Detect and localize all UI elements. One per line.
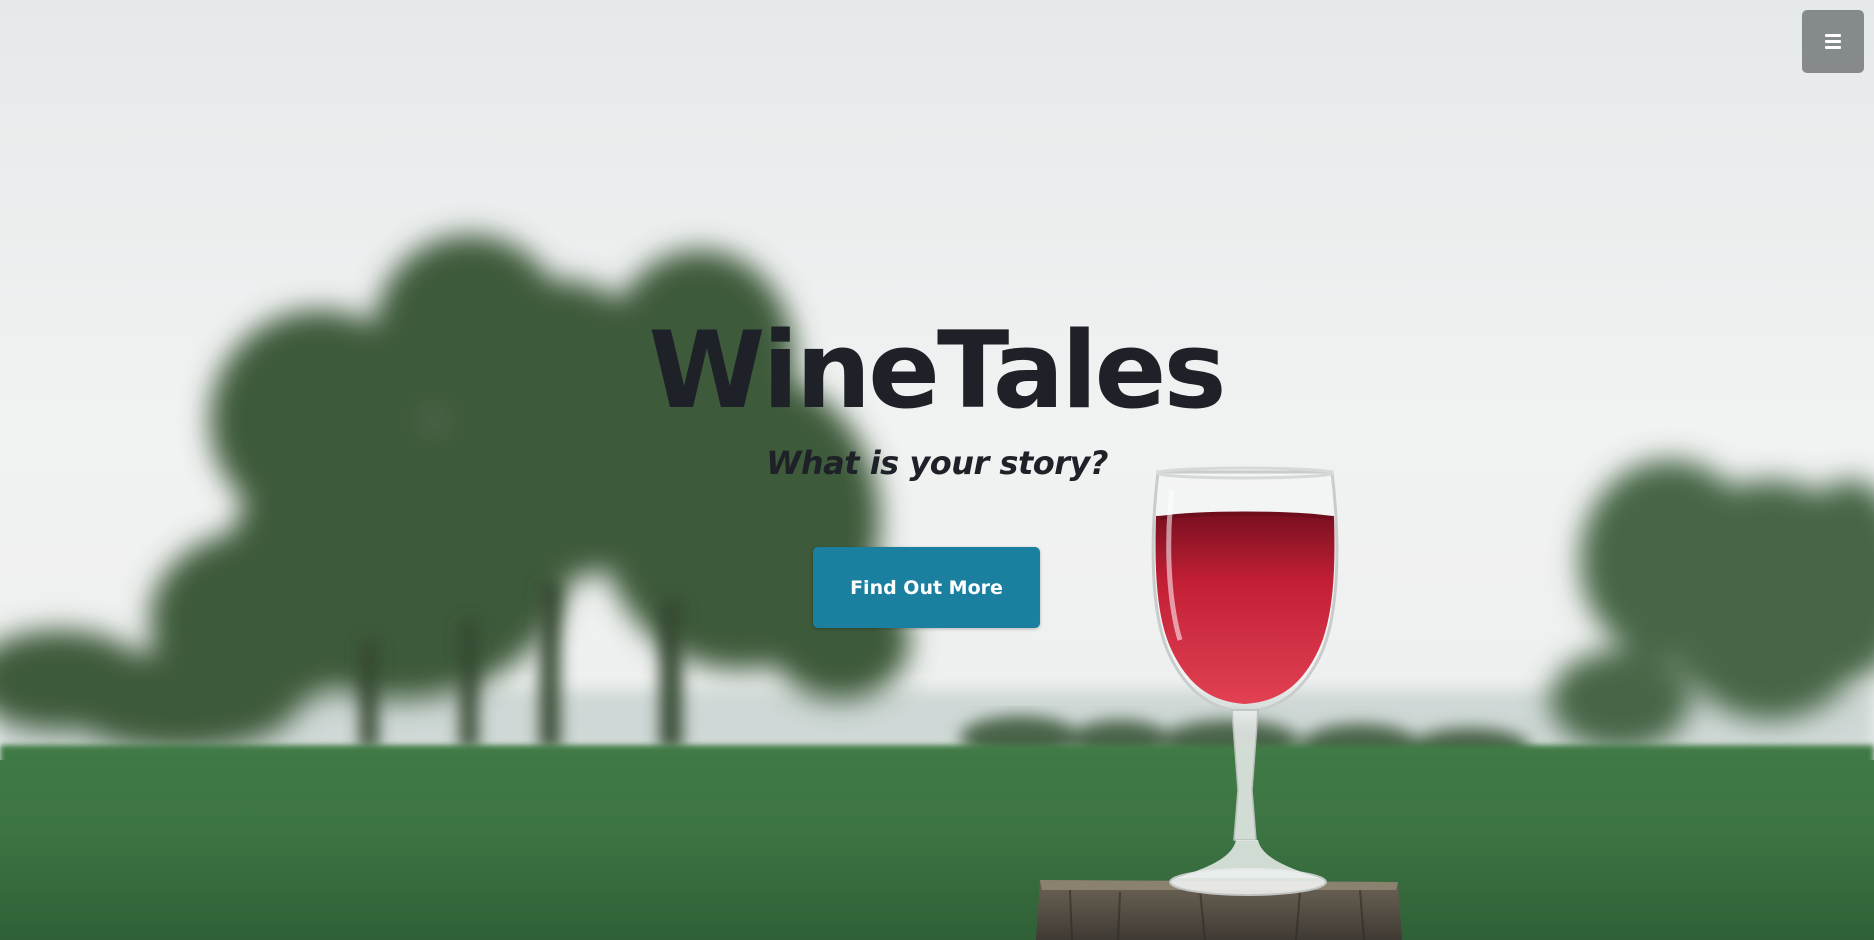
hero-section: WineTales What is your story? Find Out M…	[0, 0, 1874, 940]
hamburger-menu-icon	[1825, 31, 1841, 52]
find-out-more-button[interactable]: Find Out More	[813, 547, 1040, 628]
site-title: WineTales	[648, 309, 1226, 432]
tagline: What is your story?	[766, 444, 1108, 482]
menu-toggle-button[interactable]	[1802, 10, 1864, 73]
